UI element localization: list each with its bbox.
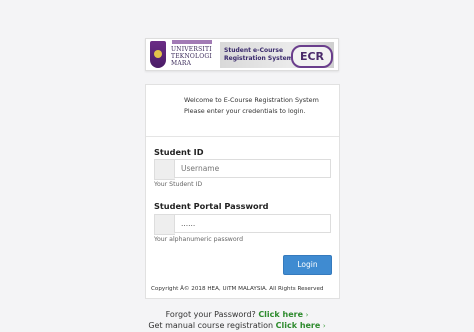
- university-name-line1: UNIVERSITI: [171, 46, 212, 53]
- chevron-right-icon: ›: [322, 322, 326, 330]
- forgot-password-line: Forgot your Password? Click here ›: [0, 310, 474, 319]
- forgot-password-link[interactable]: Click here: [258, 310, 303, 319]
- manual-registration-text: Get manual course registration: [148, 321, 274, 330]
- login-button[interactable]: Login: [283, 255, 332, 275]
- forgot-password-text: Forgot your Password?: [165, 310, 256, 319]
- copyright-text: Copyright Â© 2018 HEA, UiTM MALAYSIA. Al…: [151, 286, 324, 292]
- welcome-message: Welcome to E-Course Registration System …: [184, 96, 319, 115]
- ecr-badge: ECR: [291, 45, 333, 68]
- card-divider: [146, 136, 339, 137]
- student-id-help: Your Student ID: [154, 181, 203, 188]
- password-help: Your alphanumeric password: [154, 236, 244, 243]
- lock-icon: [154, 214, 175, 235]
- chevron-right-icon: ›: [305, 311, 309, 319]
- uitm-crest-icon: [150, 41, 166, 68]
- university-name-line2: TEKNOLOGI: [171, 53, 212, 60]
- uitm-logo-bar: [172, 40, 212, 44]
- ecr-title-line2: Registration System: [224, 55, 293, 62]
- student-id-label: Student ID: [154, 147, 204, 157]
- password-label: Student Portal Password: [154, 201, 269, 211]
- student-id-input[interactable]: [174, 159, 331, 178]
- university-name-line3: MARA: [171, 60, 192, 67]
- user-icon: [154, 159, 175, 180]
- login-card: Welcome to E-Course Registration System …: [145, 84, 340, 299]
- ecr-title-line1: Student e-Course: [224, 47, 284, 54]
- header-banner: UNIVERSITI TEKNOLOGI MARA Student e-Cour…: [145, 38, 339, 71]
- manual-registration-line: Get manual course registration Click her…: [0, 321, 474, 330]
- password-input[interactable]: ......: [174, 214, 331, 233]
- ecr-logo: Student e-Course Registration System ECR: [220, 42, 334, 68]
- manual-registration-link[interactable]: Click here: [276, 321, 321, 330]
